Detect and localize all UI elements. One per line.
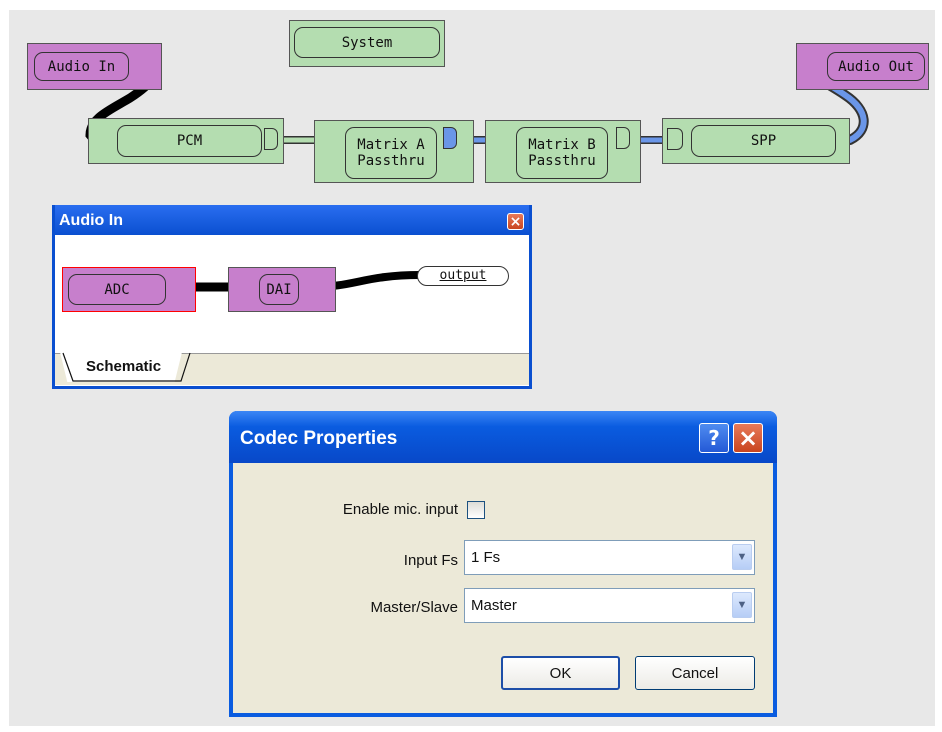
spp-block[interactable]: SPP xyxy=(662,118,850,164)
codec-dialog-titlebar[interactable]: Codec Properties ? × xyxy=(229,411,777,463)
close-button[interactable]: × xyxy=(733,423,763,453)
codec-dialog-title: Codec Properties xyxy=(240,428,398,449)
input-fs-select[interactable]: 1 Fs ▼ xyxy=(464,540,755,575)
matrix-b-line1: Matrix B xyxy=(528,137,596,153)
enable-mic-label: Enable mic. input xyxy=(342,501,458,518)
adc-label: ADC xyxy=(68,274,166,305)
matrix-b-block[interactable]: Matrix B Passthru xyxy=(485,120,641,183)
master-slave-label: Master/Slave xyxy=(370,599,458,616)
audio-in-window: Audio In × ADC DAI output Schematic xyxy=(52,205,532,389)
audio-out-block[interactable]: Audio Out xyxy=(796,43,929,90)
enable-mic-checkbox[interactable] xyxy=(467,501,485,519)
system-block[interactable]: System xyxy=(289,20,445,67)
cancel-button[interactable]: Cancel xyxy=(635,656,755,690)
matrix-b-output-port[interactable] xyxy=(616,127,630,149)
input-fs-value: 1 Fs xyxy=(471,549,501,566)
tab-schematic-outline xyxy=(62,352,191,382)
master-slave-select[interactable]: Master ▼ xyxy=(464,588,755,623)
pcm-output-port[interactable] xyxy=(264,128,278,150)
audio-out-label: Audio Out xyxy=(827,52,925,81)
audio-in-label: Audio In xyxy=(34,52,129,81)
pcm-label: PCM xyxy=(117,125,262,157)
matrix-a-label: Matrix A Passthru xyxy=(345,127,437,179)
matrix-a-output-port[interactable] xyxy=(443,127,457,149)
adc-block[interactable]: ADC xyxy=(62,267,196,312)
pcm-block[interactable]: PCM xyxy=(88,118,284,164)
system-label: System xyxy=(294,27,440,58)
ok-button[interactable]: OK xyxy=(501,656,620,690)
spp-input-port[interactable] xyxy=(667,128,683,150)
matrix-a-line1: Matrix A xyxy=(357,137,425,153)
matrix-b-label: Matrix B Passthru xyxy=(516,127,608,179)
codec-properties-dialog: Codec Properties ? × Enable mic. input I… xyxy=(229,411,777,717)
matrix-a-block[interactable]: Matrix A Passthru xyxy=(314,120,474,183)
matrix-a-line2: Passthru xyxy=(357,153,425,169)
input-fs-dropdown-arrow-icon[interactable]: ▼ xyxy=(732,544,752,570)
matrix-b-line2: Passthru xyxy=(528,153,596,169)
help-button[interactable]: ? xyxy=(699,423,729,453)
spp-label: SPP xyxy=(691,125,836,157)
input-fs-label: Input Fs xyxy=(403,552,458,569)
output-port-label[interactable]: output xyxy=(417,266,509,286)
dai-block[interactable]: DAI xyxy=(228,267,336,312)
audio-in-block[interactable]: Audio In xyxy=(27,43,162,90)
dai-label: DAI xyxy=(259,274,299,305)
master-slave-value: Master xyxy=(471,597,517,614)
master-slave-dropdown-arrow-icon[interactable]: ▼ xyxy=(732,592,752,618)
